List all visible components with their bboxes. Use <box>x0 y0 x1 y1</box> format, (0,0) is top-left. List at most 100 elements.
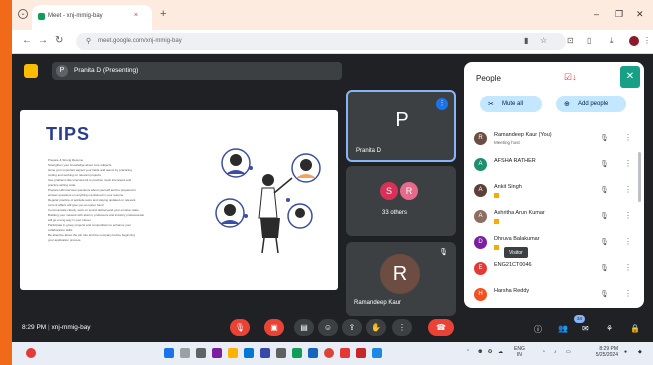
file-explorer-icon[interactable] <box>228 348 238 358</box>
clock[interactable]: 8:29 PM 5/25/2024 <box>588 346 618 358</box>
browser-tab[interactable]: Meet - xnj-mmig-bay × <box>32 5 152 30</box>
present-button[interactable]: ⇪ <box>342 319 362 336</box>
minimize-button[interactable]: – <box>594 9 599 19</box>
tab-search-icon[interactable]: ⌄ <box>18 9 28 19</box>
participant-tile-others[interactable]: S R 33 others <box>346 166 456 236</box>
download-icon[interactable]: ⤓ <box>610 36 614 46</box>
chrome-icon[interactable] <box>324 348 334 358</box>
language-indicator[interactable]: ENG IN <box>514 346 525 358</box>
screen: ⌄ Meet - xnj-mmig-bay × + – ❐ ✕ ← → ↻ ⚲ … <box>12 0 653 365</box>
mic-off-icon[interactable]: 🎙 <box>600 264 609 272</box>
tab-sidebar-icon[interactable]: ▯ <box>587 36 591 45</box>
tile-avatar: P <box>395 109 409 131</box>
tile-avatar: R <box>380 254 420 294</box>
tray-chevron-icon[interactable]: ⌃ <box>466 349 470 355</box>
people-icon[interactable]: 👥 <box>558 324 568 333</box>
mic-off-icon[interactable]: 🎙 <box>600 212 609 220</box>
mic-off-icon[interactable]: 🎙 <box>600 160 609 168</box>
browser-menu-icon[interactable]: ⋮ <box>643 36 651 45</box>
weather-icon[interactable] <box>26 348 36 358</box>
raise-hand-button[interactable]: ✋ <box>366 319 386 336</box>
restore-button[interactable]: ❐ <box>615 9 623 20</box>
mic-toggle-button[interactable]: 🎙 <box>230 319 250 336</box>
participant-row[interactable]: A Ankit Singh 🎙 ⋮ <box>474 180 636 204</box>
participant-row[interactable]: A AFSHA RATHER 🎙 ⋮ <box>474 154 636 178</box>
back-arrow-icon[interactable]: ← <box>22 35 32 46</box>
more-options-icon[interactable]: ⋮ <box>624 211 632 220</box>
meeting-controls-bar: 8:29 PM | xnj-mmig-bay 🎙 ▣ ▤ ☺ ⇪ ✋ ⋮ ☎ ⓘ… <box>12 312 653 342</box>
participant-name: Dhruva Balakumar <box>494 236 540 242</box>
edge-icon[interactable] <box>244 348 254 358</box>
os-taskbar: ⌃ ⚉ ✪ ☁ ENG IN ◔ ♪ ▭ 8:29 PM 5/25/2024 ● ◆ <box>12 342 653 365</box>
participant-row[interactable]: H Harsha Reddy 🎙 ⋮ <box>474 284 636 308</box>
search-icon[interactable] <box>180 348 190 358</box>
camera-permission-icon[interactable]: ▮ <box>524 36 528 45</box>
participant-row[interactable]: R Ramandeep Kaur (You) Meeting host 🎙 ⋮ <box>474 128 636 152</box>
address-bar[interactable]: ⚲ meet.google.com/xnj-mmig-bay <box>76 33 566 50</box>
app-icon[interactable] <box>308 348 318 358</box>
more-options-icon[interactable]: ⋮ <box>624 289 632 298</box>
copilot-icon[interactable]: ◆ <box>638 349 642 355</box>
add-person-icon: ⊕ <box>564 101 570 108</box>
tray-app-icon[interactable]: ⚉ <box>478 349 482 355</box>
task-view-icon[interactable] <box>196 348 206 358</box>
tray-app-icon[interactable]: ☁ <box>498 349 503 355</box>
app-icon[interactable] <box>276 348 286 358</box>
bookmark-star-icon[interactable]: ☆ <box>540 36 547 45</box>
site-info-icon: ⚲ <box>86 38 92 45</box>
panel-scrollbar[interactable] <box>638 152 641 202</box>
store-icon[interactable] <box>260 348 270 358</box>
volume-icon[interactable]: ♪ <box>554 349 557 355</box>
mic-off-icon[interactable]: 🎙 <box>600 238 609 246</box>
presenting-label: Pranita D (Presenting) <box>74 67 139 74</box>
close-tab-icon[interactable]: × <box>134 12 138 19</box>
meet-favicon-icon <box>38 13 45 20</box>
mic-off-icon[interactable]: 🎙 <box>600 290 609 298</box>
camera-toggle-button[interactable]: ▣ <box>264 319 284 336</box>
profile-avatar[interactable] <box>629 36 639 46</box>
more-options-icon[interactable]: ⋮ <box>624 237 632 246</box>
mic-off-icon: ✂ <box>488 101 494 108</box>
powerpoint-icon[interactable] <box>356 348 366 358</box>
participant-avatar: H <box>474 288 487 301</box>
more-options-icon[interactable]: ⋮ <box>624 185 632 194</box>
participant-row[interactable]: E ENG21CT0046 🎙 ⋮ <box>474 258 636 282</box>
more-options-icon[interactable]: ⋮ <box>624 263 632 272</box>
participant-tile-pranita[interactable]: ⋮ P Pranita D <box>346 90 456 162</box>
app-icon[interactable] <box>292 348 302 358</box>
host-controls-icon[interactable]: 🔒 <box>630 324 640 333</box>
captions-button[interactable]: ▤ <box>294 319 314 336</box>
close-panel-button[interactable]: ✕ <box>620 66 640 88</box>
participant-avatar: R <box>474 132 487 145</box>
wifi-icon[interactable]: ◔ <box>542 349 545 355</box>
participant-tile-ramandeep[interactable]: 🎙 R Ramandeep Kaur <box>346 242 456 316</box>
new-tab-button[interactable]: + <box>160 8 166 20</box>
tray-app-icon[interactable]: ✪ <box>488 349 492 355</box>
more-options-button[interactable]: ⋮ <box>392 319 412 336</box>
emoji-button[interactable]: ☺ <box>318 319 338 336</box>
more-options-icon[interactable]: ⋮ <box>624 133 632 142</box>
chat-app-icon[interactable] <box>212 348 222 358</box>
reload-icon[interactable]: ↻ <box>55 35 63 46</box>
start-icon[interactable] <box>164 348 174 358</box>
participant-row[interactable]: D Dhruva Balakumar 🎙 ⋮ <box>474 232 636 256</box>
acrobat-icon[interactable] <box>340 348 350 358</box>
activities-icon[interactable]: ⚘ <box>606 324 613 333</box>
mic-off-icon[interactable]: 🎙 <box>600 186 609 194</box>
mute-all-button[interactable]: ✂ Mute all <box>480 96 542 112</box>
participant-name: Ramandeep Kaur (You) <box>494 132 552 138</box>
leave-call-button[interactable]: ☎ <box>428 319 454 336</box>
close-window-button[interactable]: ✕ <box>636 9 644 20</box>
notification-icon[interactable]: ● <box>624 349 627 355</box>
add-people-button[interactable]: ⊕ Add people <box>556 96 626 112</box>
more-options-icon[interactable]: ⋮ <box>624 159 632 168</box>
extensions-icon[interactable]: ⊡ <box>567 36 574 45</box>
mic-off-icon[interactable]: 🎙 <box>600 134 609 142</box>
meeting-info-icon[interactable]: ⓘ <box>534 324 542 335</box>
battery-icon[interactable]: ▭ <box>566 349 571 355</box>
participant-row[interactable]: A Ashritha Arun Kumar 🎙 ⋮ <box>474 206 636 230</box>
forward-arrow-icon[interactable]: → <box>38 35 48 46</box>
chat-icon[interactable]: ✉ <box>582 324 589 333</box>
meeting-time: 8:29 PM | xnj-mmig-bay <box>22 324 91 331</box>
word-icon[interactable] <box>372 348 382 358</box>
